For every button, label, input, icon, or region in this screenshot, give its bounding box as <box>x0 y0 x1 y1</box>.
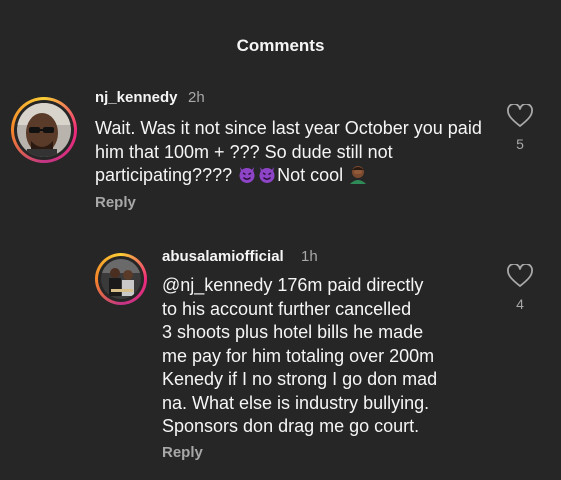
person-facepalming-icon <box>350 166 367 184</box>
smiling-imp-icon <box>259 167 275 183</box>
avatar-photo <box>17 103 71 157</box>
comment-text: Wait. Was it not since last year October… <box>95 117 490 188</box>
sheet-title: Comments <box>236 36 325 55</box>
heart-icon[interactable] <box>507 104 533 128</box>
smiling-imp-icon <box>239 167 255 183</box>
reply-button[interactable]: Reply <box>162 444 203 461</box>
heart-icon[interactable] <box>507 264 533 288</box>
reply-button[interactable]: Reply <box>95 194 136 211</box>
comment-timestamp: 2h <box>188 89 205 106</box>
avatar[interactable] <box>95 253 147 305</box>
like-count: 5 <box>516 136 524 152</box>
comment-text-part: Not cool <box>277 165 349 185</box>
like-count: 4 <box>516 296 524 312</box>
comment-username[interactable]: nj_kennedy <box>95 89 178 106</box>
comment-text: @nj_kennedy 176m paid directly to his ac… <box>162 275 438 436</box>
comment-username[interactable]: abusalamiofficial <box>162 248 284 265</box>
comment-timestamp: 1h <box>301 248 318 265</box>
avatar[interactable] <box>11 97 77 163</box>
avatar-photo <box>101 259 141 299</box>
